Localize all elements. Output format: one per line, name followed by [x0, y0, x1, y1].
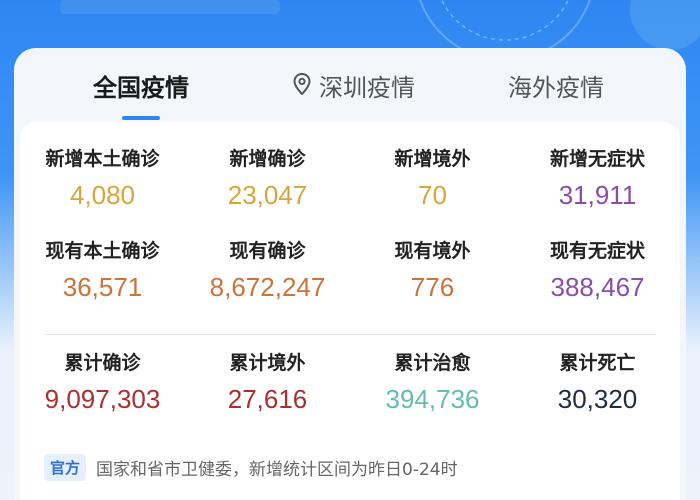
- official-badge: 官方: [44, 453, 87, 481]
- stat-label: 现有本土确诊: [45, 240, 160, 262]
- stat-new-confirmed[interactable]: 新增确诊 23,047: [185, 146, 350, 214]
- stat-current-local-confirmed[interactable]: 现有本土确诊 36,571: [20, 238, 185, 306]
- epidemic-card: 全国疫情 深圳疫情 海外疫情 新增本土确诊 4,080 新增确诊 23,047 …: [14, 48, 686, 500]
- tab-shenzhen[interactable]: 深圳疫情: [284, 68, 424, 108]
- stat-total-confirmed[interactable]: 累计确诊 9,097,303: [20, 350, 185, 418]
- stat-value: 70: [418, 180, 447, 210]
- stat-value: 394,736: [385, 384, 480, 414]
- tab-label: 海外疫情: [508, 74, 604, 102]
- stat-new-local-confirmed[interactable]: 新增本土确诊 4,080: [20, 146, 185, 214]
- stat-label: 现有境外: [394, 240, 471, 262]
- data-source-text: 国家和省市卫健委，新增统计区间为昨日0-24时: [96, 459, 458, 480]
- stat-label: 新增无症状: [549, 148, 645, 170]
- stat-new-imported[interactable]: 新增境外 70: [350, 146, 515, 214]
- tab-bar: 全国疫情 深圳疫情 海外疫情: [14, 48, 686, 122]
- stat-value: 8,672,247: [209, 272, 326, 302]
- stat-value: 30,320: [557, 384, 638, 414]
- stat-value: 23,047: [227, 180, 308, 210]
- data-source-note: 官方 国家和省市卫健委，新增统计区间为昨日0-24时: [44, 452, 458, 482]
- stat-label: 新增境外: [394, 148, 471, 170]
- tab-overseas[interactable]: 海外疫情: [486, 68, 626, 108]
- section-divider: [44, 334, 656, 335]
- stat-current-imported[interactable]: 现有境外 776: [350, 238, 515, 306]
- stat-label: 累计治愈: [394, 352, 471, 374]
- tab-label: 深圳疫情: [319, 74, 415, 102]
- stat-total-imported[interactable]: 累计境外 27,616: [185, 350, 350, 418]
- location-pin-icon: [293, 67, 311, 107]
- active-tab-indicator: [122, 116, 160, 120]
- stat-label: 累计确诊: [64, 352, 141, 374]
- stat-label: 累计死亡: [559, 352, 636, 374]
- stat-value: 31,911: [558, 180, 637, 210]
- stat-label: 新增本土确诊: [45, 148, 160, 170]
- stat-total-deaths[interactable]: 累计死亡 30,320: [515, 350, 680, 418]
- stat-new-asymptomatic[interactable]: 新增无症状 31,911: [515, 146, 680, 214]
- stat-value: 9,097,303: [44, 384, 161, 414]
- stat-total-recovered[interactable]: 累计治愈 394,736: [350, 350, 515, 418]
- stat-current-asymptomatic[interactable]: 现有无症状 388,467: [515, 238, 680, 306]
- stat-value: 4,080: [69, 180, 136, 210]
- stat-current-confirmed[interactable]: 现有确诊 8,672,247: [185, 238, 350, 306]
- stats-panel: 新增本土确诊 4,080 新增确诊 23,047 新增境外 70 新增无症状 3…: [20, 122, 680, 500]
- stat-value: 388,467: [550, 272, 645, 302]
- stat-label: 现有无症状: [549, 240, 645, 262]
- tab-national[interactable]: 全国疫情: [74, 68, 208, 108]
- stat-value: 776: [410, 272, 455, 302]
- stat-value: 36,571: [62, 272, 143, 302]
- stat-label: 现有确诊: [229, 240, 306, 262]
- stat-value: 27,616: [227, 384, 308, 414]
- stat-label: 新增确诊: [229, 148, 306, 170]
- stat-label: 累计境外: [229, 352, 306, 374]
- tab-label: 全国疫情: [93, 74, 189, 102]
